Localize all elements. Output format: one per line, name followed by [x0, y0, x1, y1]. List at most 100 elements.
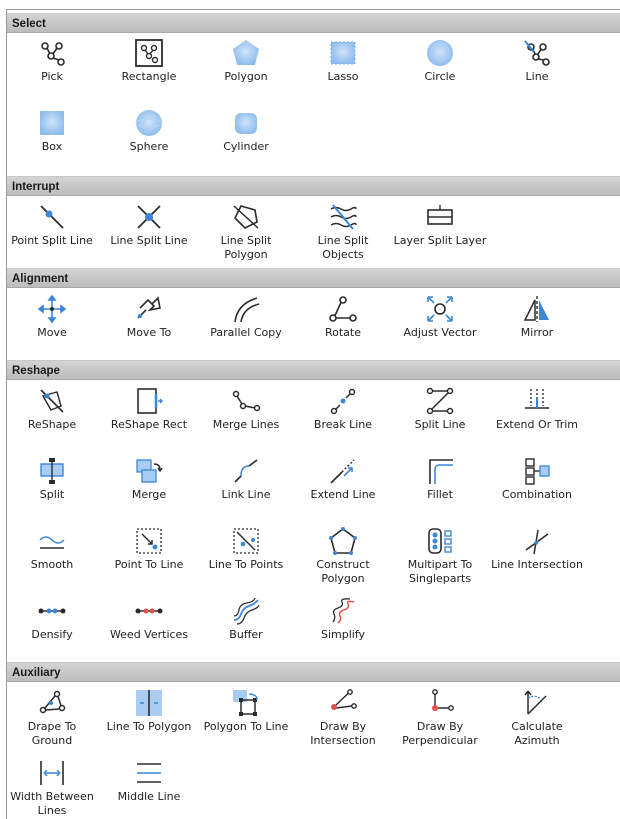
reshape-icon — [37, 386, 67, 416]
tool-multipart-to-singleparts[interactable]: Multipart To Singleparts — [390, 526, 490, 586]
merge-icon — [134, 456, 164, 486]
multipart-to-singleparts-icon — [425, 526, 455, 556]
tool-box[interactable]: Box — [2, 108, 102, 154]
tool-label: Line To Polygon — [106, 720, 192, 733]
width-between-lines-icon — [37, 758, 67, 788]
densify-icon — [37, 596, 67, 626]
tool-label: Polygon To Line — [203, 720, 289, 733]
extend-line-icon — [328, 456, 358, 486]
circle-select-icon — [425, 38, 455, 68]
tool-draw-by-perpendicular[interactable]: Draw By Perpendicular — [390, 688, 490, 748]
tool-adjust-vector[interactable]: Adjust Vector — [390, 294, 490, 340]
tool-label: Rotate — [324, 326, 361, 339]
tool-label: Sphere — [129, 140, 169, 153]
tool-label: Combination — [502, 488, 572, 501]
tool-move-to[interactable]: Move To — [99, 294, 199, 340]
tool-move[interactable]: Move — [2, 294, 102, 340]
tool-label: Adjust Vector — [403, 326, 477, 339]
tool-fillet[interactable]: Fillet — [390, 456, 490, 502]
tool-densify[interactable]: Densify — [2, 596, 102, 642]
polygon-select-icon — [231, 38, 261, 68]
tool-label: Densify — [31, 628, 73, 641]
tool-label: Layer Split Layer — [393, 234, 487, 247]
weed-vertices-icon — [134, 596, 164, 626]
tool-extend-line[interactable]: Extend Line — [293, 456, 393, 502]
move-icon — [37, 294, 67, 324]
pick-icon — [37, 38, 67, 68]
tool-circle[interactable]: Circle — [390, 38, 490, 84]
tool-line-split-polygon[interactable]: Line Split Polygon — [196, 202, 296, 262]
tool-label: Circle — [424, 70, 456, 83]
tool-line-to-points[interactable]: Line To Points — [196, 526, 296, 572]
tool-line[interactable]: Line — [487, 38, 587, 84]
tool-combination[interactable]: Combination — [487, 456, 587, 502]
tool-label: Fillet — [427, 488, 453, 501]
tool-split[interactable]: Split — [2, 456, 102, 502]
tool-calculate-azimuth[interactable]: Calculate Azimuth — [487, 688, 587, 748]
tool-polygon-to-line[interactable]: Polygon To Line — [196, 688, 296, 734]
tool-rectangle[interactable]: Rectangle — [99, 38, 199, 84]
tool-line-split-objects[interactable]: Line Split Objects — [293, 202, 393, 262]
tool-line-intersection[interactable]: Line Intersection — [487, 526, 587, 572]
tool-reshape[interactable]: ReShape — [2, 386, 102, 432]
tool-drape-to-ground[interactable]: Drape To Ground — [2, 688, 102, 748]
tool-simplify[interactable]: Simplify — [293, 596, 393, 642]
tool-merge-lines[interactable]: Merge Lines — [196, 386, 296, 432]
tool-label: Extend Line — [310, 488, 376, 501]
tool-label: Rectangle — [121, 70, 177, 83]
tool-label: Construct — [316, 558, 370, 571]
tool-draw-by-intersection[interactable]: Draw By Intersection — [293, 688, 393, 748]
line-split-line-icon — [134, 202, 164, 232]
tool-point-split-line[interactable]: Point Split Line — [2, 202, 102, 248]
tool-buffer[interactable]: Buffer — [196, 596, 296, 642]
tool-line-split-line[interactable]: Line Split Line — [99, 202, 199, 248]
tool-label: ReShape — [27, 418, 77, 431]
line-intersection-icon — [522, 526, 552, 556]
tool-label-line2: Ground — [31, 734, 73, 747]
tool-lasso[interactable]: Lasso — [293, 38, 393, 84]
rectangle-select-icon — [134, 38, 164, 68]
tool-label: Draw By — [416, 720, 464, 733]
tool-cylinder[interactable]: Cylinder — [196, 108, 296, 154]
tool-label: Merge Lines — [212, 418, 280, 431]
tool-polygon[interactable]: Polygon — [196, 38, 296, 84]
construct-polygon-icon — [328, 526, 358, 556]
tool-label: Buffer — [229, 628, 263, 641]
tool-construct-polygon[interactable]: Construct Polygon — [293, 526, 393, 586]
tool-merge[interactable]: Merge — [99, 456, 199, 502]
tool-point-to-line[interactable]: Point To Line — [99, 526, 199, 572]
tool-label: Point Split Line — [11, 234, 93, 247]
tool-reshape-rect[interactable]: ReShape Rect — [99, 386, 199, 432]
tool-rotate[interactable]: Rotate — [293, 294, 393, 340]
tool-weed-vertices[interactable]: Weed Vertices — [99, 596, 199, 642]
tool-layer-split-layer[interactable]: Layer Split Layer — [390, 202, 490, 248]
section-header-reshape: Reshape — [7, 360, 620, 380]
tool-label: Line Split — [317, 234, 369, 247]
point-to-line-icon — [134, 526, 164, 556]
tool-link-line[interactable]: Link Line — [196, 456, 296, 502]
tool-smooth[interactable]: Smooth — [2, 526, 102, 572]
tool-label: Pick — [41, 70, 63, 83]
tool-label: Move To — [126, 326, 172, 339]
tool-label: Weed Vertices — [109, 628, 189, 641]
calculate-azimuth-icon — [522, 688, 552, 718]
tool-label: Point To Line — [114, 558, 184, 571]
tool-line-to-polygon[interactable]: Line To Polygon — [99, 688, 199, 734]
tool-label: Link Line — [221, 488, 271, 501]
tool-split-line[interactable]: Split Line — [390, 386, 490, 432]
tool-parallel-copy[interactable]: Parallel Copy — [196, 294, 296, 340]
break-line-icon — [328, 386, 358, 416]
tool-pick[interactable]: Pick — [2, 38, 102, 84]
tool-label: Move — [37, 326, 67, 339]
tool-mirror[interactable]: Mirror — [487, 294, 587, 340]
drape-to-ground-icon — [37, 688, 67, 718]
tool-sphere[interactable]: Sphere — [99, 108, 199, 154]
tool-label-line2: Polygon — [224, 248, 268, 261]
tool-break-line[interactable]: Break Line — [293, 386, 393, 432]
tool-width-between-lines[interactable]: Width Between Lines — [2, 758, 102, 818]
tool-label: Width Between — [10, 790, 94, 803]
tool-extend-or-trim[interactable]: Extend Or Trim — [487, 386, 587, 432]
combination-icon — [522, 456, 552, 486]
tool-label-line2: Objects — [322, 248, 364, 261]
tool-middle-line[interactable]: Middle Line — [99, 758, 199, 804]
